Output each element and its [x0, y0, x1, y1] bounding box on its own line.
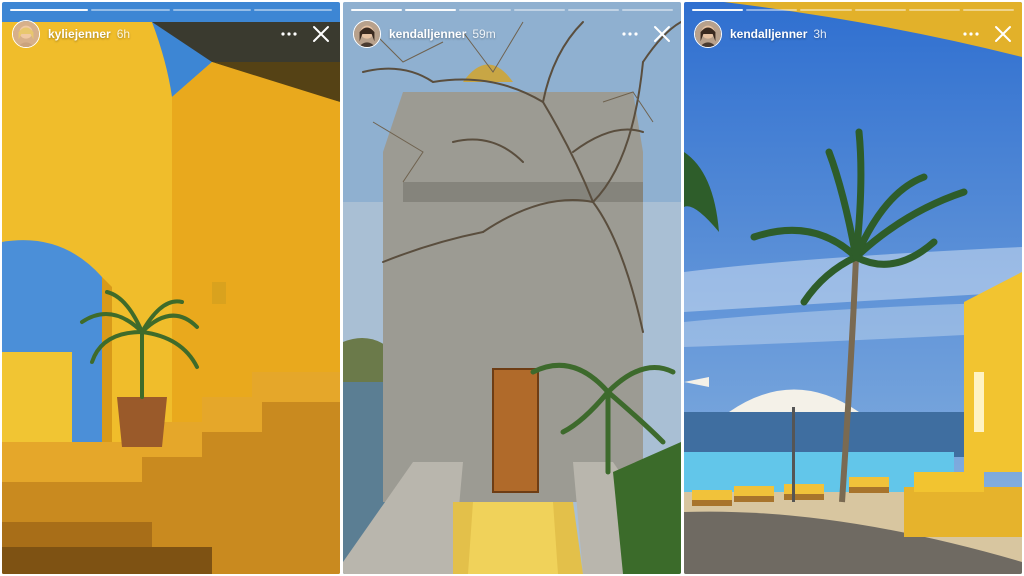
story-header: kendalljenner 59m: [353, 17, 673, 51]
progress-segment: [621, 9, 674, 11]
story-timestamp: 3h: [813, 27, 827, 41]
progress-segment: [253, 9, 332, 11]
progress-segment: [908, 9, 960, 11]
progress-segment: [91, 9, 170, 11]
story-image-pool-palm: [684, 2, 1022, 574]
more-horizontal-icon[interactable]: [278, 23, 300, 45]
story-progress-bars: [692, 9, 1015, 11]
close-icon[interactable]: [992, 23, 1014, 45]
username[interactable]: kyliejenner: [48, 27, 111, 41]
story-image-stone-tower: [343, 2, 681, 574]
close-icon[interactable]: [310, 23, 332, 45]
progress-segment: [962, 9, 1015, 11]
progress-segment: [800, 9, 852, 11]
progress-segment: [692, 9, 744, 11]
story-header: kendalljenner 3h: [694, 17, 1014, 51]
avatar[interactable]: [353, 20, 381, 48]
story-panel-kendall-2[interactable]: kendalljenner 3h: [684, 2, 1022, 574]
story-image-yellow-stairs: [2, 2, 340, 574]
progress-segment: [854, 9, 906, 11]
story-progress-bars: [351, 9, 674, 11]
avatar[interactable]: [694, 20, 722, 48]
story-progress-bars: [10, 9, 332, 11]
progress-segment: [10, 9, 89, 11]
avatar[interactable]: [12, 20, 40, 48]
more-horizontal-icon[interactable]: [960, 23, 982, 45]
username[interactable]: kendalljenner: [389, 27, 466, 41]
story-header: kyliejenner 6h: [12, 17, 332, 51]
username[interactable]: kendalljenner: [730, 27, 807, 41]
progress-segment: [405, 9, 457, 11]
close-icon[interactable]: [651, 23, 673, 45]
story-panel-kendall-1[interactable]: kendalljenner 59m: [343, 2, 681, 574]
progress-segment: [513, 9, 565, 11]
progress-segment: [172, 9, 251, 11]
story-panel-kylie[interactable]: kyliejenner 6h: [2, 2, 340, 574]
progress-segment: [567, 9, 619, 11]
progress-segment: [351, 9, 403, 11]
more-horizontal-icon[interactable]: [619, 23, 641, 45]
story-timestamp: 6h: [116, 27, 131, 41]
progress-segment: [746, 9, 798, 11]
progress-segment: [459, 9, 511, 11]
story-timestamp: 59m: [472, 27, 496, 41]
stories-viewer: kyliejenner 6h kendalljenner 59m kendall…: [0, 0, 1024, 576]
